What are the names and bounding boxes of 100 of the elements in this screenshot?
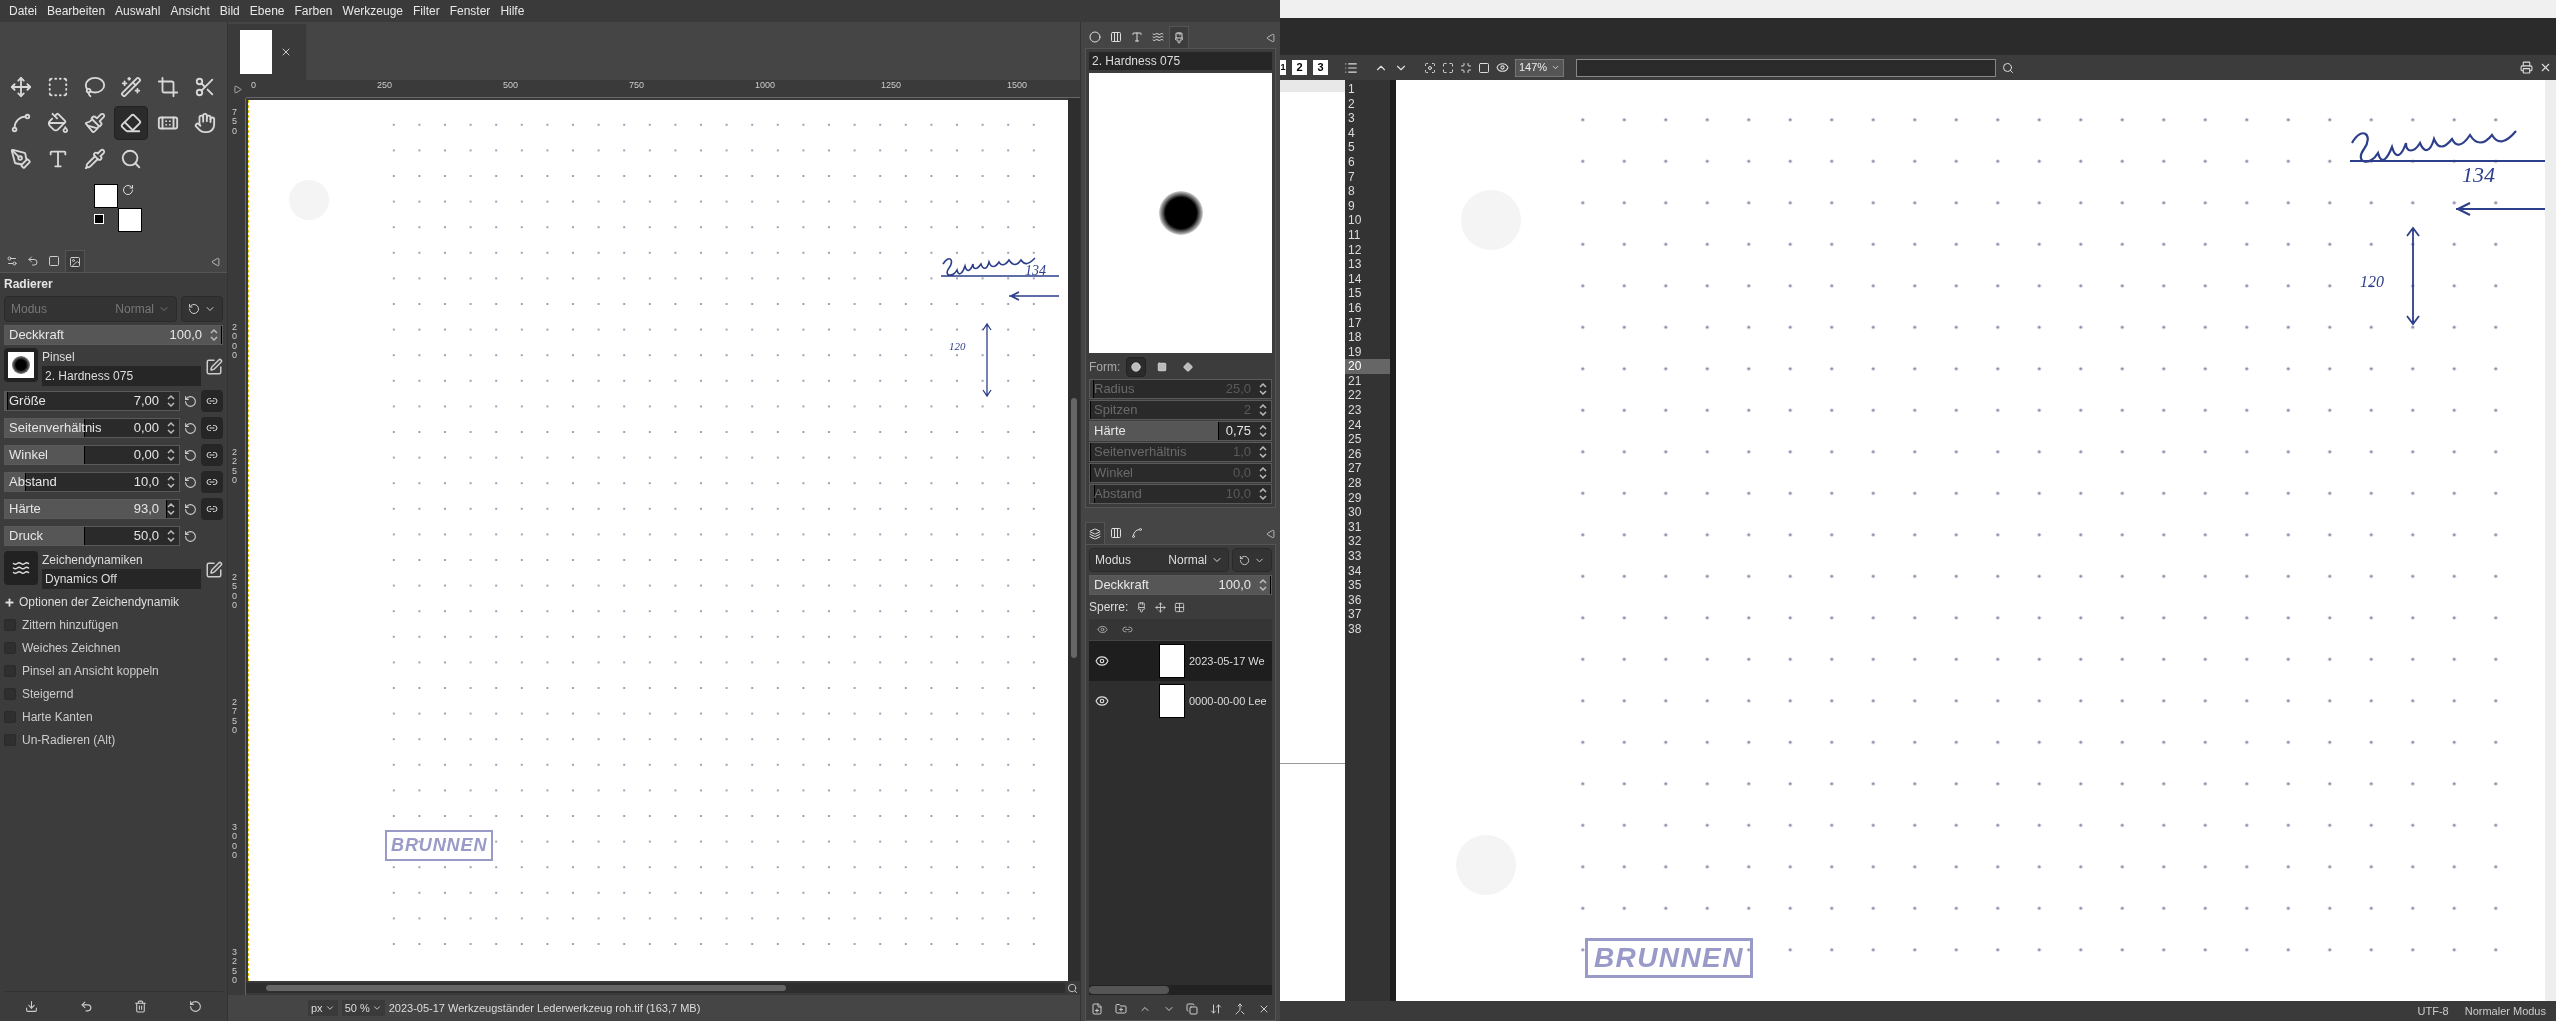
horizontal-scrollbar[interactable] — [1089, 985, 1272, 995]
reset-icon[interactable] — [189, 1000, 203, 1013]
dynamics-name-field[interactable]: Dynamics Off — [42, 569, 201, 589]
page-button[interactable]: 3 — [1313, 60, 1328, 75]
value-slider[interactable]: Härte 93,0 — [4, 499, 180, 519]
zoom-box-icon[interactable] — [1478, 61, 1490, 74]
visibility-header-icon[interactable] — [1096, 624, 1108, 635]
edit-icon[interactable] — [205, 561, 223, 579]
eye-icon[interactable] — [1095, 694, 1109, 708]
vertical-scrollbar[interactable] — [2545, 80, 2556, 1001]
dock-menu-icon[interactable] — [1266, 529, 1276, 539]
unit-dropdown[interactable]: px — [308, 999, 338, 1017]
dock-tab[interactable] — [1169, 26, 1189, 48]
spin-arrows-icon[interactable] — [166, 394, 176, 408]
reset-dropdown[interactable] — [181, 296, 223, 322]
brush-lock-icon[interactable] — [1136, 601, 1148, 613]
close-icon[interactable] — [280, 46, 292, 58]
spin-arrows-icon[interactable] — [166, 421, 176, 435]
image-tab[interactable] — [228, 24, 306, 80]
foreground-color-swatch[interactable] — [94, 184, 118, 208]
brush-name-field[interactable]: 2. Hardness 075 — [1089, 52, 1272, 70]
eye-icon[interactable] — [1496, 61, 1509, 74]
vertical-scrollbar[interactable] — [1068, 98, 1080, 981]
menu-item[interactable]: Auswahl — [110, 2, 166, 20]
restore-icon[interactable] — [79, 1000, 93, 1013]
dock-tab[interactable] — [65, 250, 85, 272]
link-button[interactable] — [201, 498, 223, 520]
search-field[interactable] — [1576, 58, 1997, 77]
save-icon[interactable] — [24, 1000, 38, 1013]
reset-dropdown[interactable] — [1232, 548, 1272, 572]
background-color-swatch[interactable] — [118, 208, 142, 232]
value-slider[interactable]: Härte 0,75 — [1089, 421, 1272, 441]
checkbox-option[interactable]: Pinsel an Ansicht koppeln — [4, 661, 223, 681]
menu-item[interactable]: Filter — [408, 2, 445, 20]
dynamics-preview-icon[interactable] — [4, 551, 38, 585]
expander[interactable]: Optionen der Zeichendynamik — [4, 592, 223, 612]
link-button[interactable] — [201, 390, 223, 412]
checkbox-option[interactable]: Steigernd — [4, 684, 223, 704]
eraser-icon[interactable] — [114, 106, 149, 140]
shape-button[interactable] — [1126, 357, 1147, 377]
menu-item[interactable]: Fenster — [444, 2, 496, 20]
move-lock-icon[interactable] — [1155, 601, 1167, 613]
default-colors-icon[interactable] — [94, 214, 104, 224]
menu-item[interactable]: Farben — [289, 2, 338, 20]
fit-icon[interactable] — [1424, 61, 1436, 74]
new-layer-icon[interactable] — [1091, 1003, 1103, 1015]
zoom-dropdown[interactable]: 50 % — [341, 999, 385, 1017]
duplicate-icon[interactable] — [1186, 1003, 1199, 1015]
alpha-lock-icon[interactable] — [1174, 601, 1186, 613]
brush-name-field[interactable]: 2. Hardness 075 — [42, 366, 201, 386]
spin-arrows-icon[interactable] — [1258, 424, 1268, 438]
fit-page-icon[interactable] — [1442, 61, 1454, 74]
checkbox-option[interactable]: Weiches Zeichnen — [4, 638, 223, 658]
value-slider[interactable]: Größe 7,00 — [4, 391, 180, 411]
menu-item[interactable]: Werkzeuge — [337, 2, 408, 20]
reset-icon[interactable] — [184, 421, 197, 435]
checkbox-option[interactable]: Un-Radieren (Alt) — [4, 730, 223, 750]
dock-menu-icon[interactable] — [1266, 33, 1276, 43]
menu-item[interactable]: Ansicht — [165, 2, 215, 20]
checkbox-option[interactable]: Zittern hinzufügen — [4, 615, 223, 635]
spin-arrows-icon[interactable] — [166, 448, 176, 462]
menu-item[interactable]: Datei — [4, 2, 42, 20]
navigate-icon[interactable] — [1067, 982, 1078, 994]
zoom-dropdown[interactable]: 147% — [1515, 58, 1565, 77]
reset-icon[interactable] — [184, 529, 197, 543]
layer-row[interactable]: 2023-05-17 We — [1089, 641, 1272, 681]
new-group-icon[interactable] — [1114, 1003, 1127, 1015]
menu-item[interactable]: Bild — [214, 2, 245, 20]
spin-arrows-icon[interactable] — [166, 502, 176, 516]
canvas-page[interactable]: 134 120 BRUNNEN — [248, 100, 1068, 981]
layer-row[interactable]: 0000-00-00 Lee — [1089, 681, 1272, 721]
spin-arrows-icon[interactable] — [166, 529, 176, 543]
ruler-menu-icon[interactable] — [232, 84, 242, 94]
delete-icon[interactable] — [134, 1000, 148, 1013]
reset-icon[interactable] — [184, 475, 197, 489]
opacity-slider[interactable]: Deckkraft 100,0 — [1089, 575, 1272, 595]
horizontal-scrollbar[interactable] — [246, 983, 1065, 993]
close-icon[interactable] — [2539, 61, 2552, 74]
eye-icon[interactable] — [1095, 654, 1109, 668]
value-slider[interactable]: Druck 50,0 — [4, 526, 180, 546]
swap-colors-icon[interactable] — [122, 184, 134, 196]
value-slider[interactable]: Abstand 10,0 — [4, 472, 180, 492]
link-button[interactable] — [201, 444, 223, 466]
menu-item[interactable]: Ebene — [244, 2, 290, 20]
menu-item[interactable]: Bearbeiten — [42, 2, 111, 20]
dock-menu-icon[interactable] — [211, 257, 221, 267]
mode-dropdown[interactable]: Modus Normal — [1089, 548, 1229, 572]
link-button[interactable] — [201, 471, 223, 493]
reset-icon[interactable] — [184, 502, 197, 516]
checkbox-option[interactable]: Harte Kanten — [4, 707, 223, 727]
search-icon[interactable] — [2002, 61, 2015, 74]
reset-icon[interactable] — [184, 448, 197, 462]
reset-icon[interactable] — [184, 394, 197, 408]
page-button[interactable]: 1 — [1280, 60, 1286, 75]
brush-preview[interactable] — [4, 348, 38, 382]
dock-tab[interactable] — [1085, 522, 1105, 544]
list-icon[interactable] — [1344, 60, 1358, 75]
page-button[interactable]: 2 — [1292, 60, 1307, 75]
value-slider[interactable]: Winkel 0,00 — [4, 445, 180, 465]
menu-item[interactable]: Hilfe — [495, 2, 530, 20]
